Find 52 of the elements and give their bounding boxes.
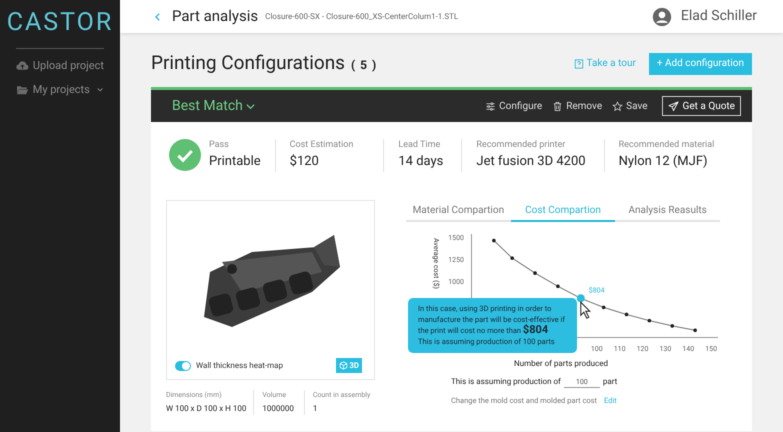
data-point	[670, 324, 674, 328]
toggle-switch[interactable]	[175, 361, 191, 371]
tab[interactable]: Analysis Reasults	[615, 200, 720, 222]
summary-label: Pass	[209, 138, 230, 152]
property-value: 1000000	[262, 402, 294, 414]
cursor-icon	[580, 301, 591, 319]
check-icon	[169, 139, 201, 171]
cube-icon	[339, 361, 348, 370]
summary-label: Recommended printer	[476, 138, 566, 152]
axis-title: Number of parts produced	[513, 358, 609, 370]
quote-button[interactable]: Get a Quote	[662, 96, 741, 116]
sidebar-item[interactable]: Upload project	[16, 58, 104, 74]
page-title: Part analysis	[172, 6, 258, 28]
summary-value: 14 days	[398, 153, 444, 171]
summary-label: Cost Estimation	[290, 138, 354, 152]
section-title: Printing Configurations	[151, 50, 345, 76]
user-avatar-icon	[652, 6, 672, 26]
tab[interactable]: Material Compartion	[406, 200, 511, 222]
sliders-icon	[485, 100, 496, 112]
production-label: This is assuming production of	[451, 376, 561, 388]
remove-button[interactable]: Remove	[552, 98, 602, 114]
data-point	[510, 256, 514, 260]
data-point	[648, 318, 652, 322]
sidebar-item[interactable]: My projects	[16, 82, 104, 98]
unit-label: part	[602, 376, 618, 388]
data-point	[693, 328, 697, 332]
logo: CASTOR	[6, 10, 114, 35]
data-point	[533, 271, 537, 275]
summary-value: Printable	[209, 153, 261, 171]
user-name: Elad Schiller	[680, 7, 757, 26]
save-button[interactable]: Save	[612, 98, 648, 114]
summary-label: Lead Time	[398, 138, 442, 152]
summary-value: Nylon 12 (MJF)	[618, 153, 709, 171]
configuration-selector[interactable]: Best Match	[172, 96, 256, 116]
configure-button[interactable]: Configure	[485, 98, 542, 114]
tab[interactable]: Cost Compartion	[510, 200, 616, 222]
summary-label: Recommended material	[618, 138, 714, 152]
summary-value: Jet fusion 3D 4200	[476, 153, 586, 171]
data-point	[492, 238, 496, 242]
data-point	[624, 312, 628, 316]
property-value: W 100 x D 100 x H 100	[166, 402, 246, 414]
data-point	[556, 284, 560, 288]
star-icon	[612, 100, 624, 112]
help-icon	[574, 58, 584, 68]
data-point	[602, 306, 606, 310]
trash-icon	[552, 100, 564, 112]
toggle-label: Wall thickness heat-map	[196, 360, 283, 372]
file-name: Closure-600-SX - Closure-600_XS-CenterColum1-1.STL	[265, 10, 458, 22]
configuration-count: ( 5 )	[351, 57, 378, 74]
summary-value: $120	[290, 153, 320, 171]
paper-plane-icon	[668, 100, 679, 112]
property-value: 1	[312, 402, 318, 414]
